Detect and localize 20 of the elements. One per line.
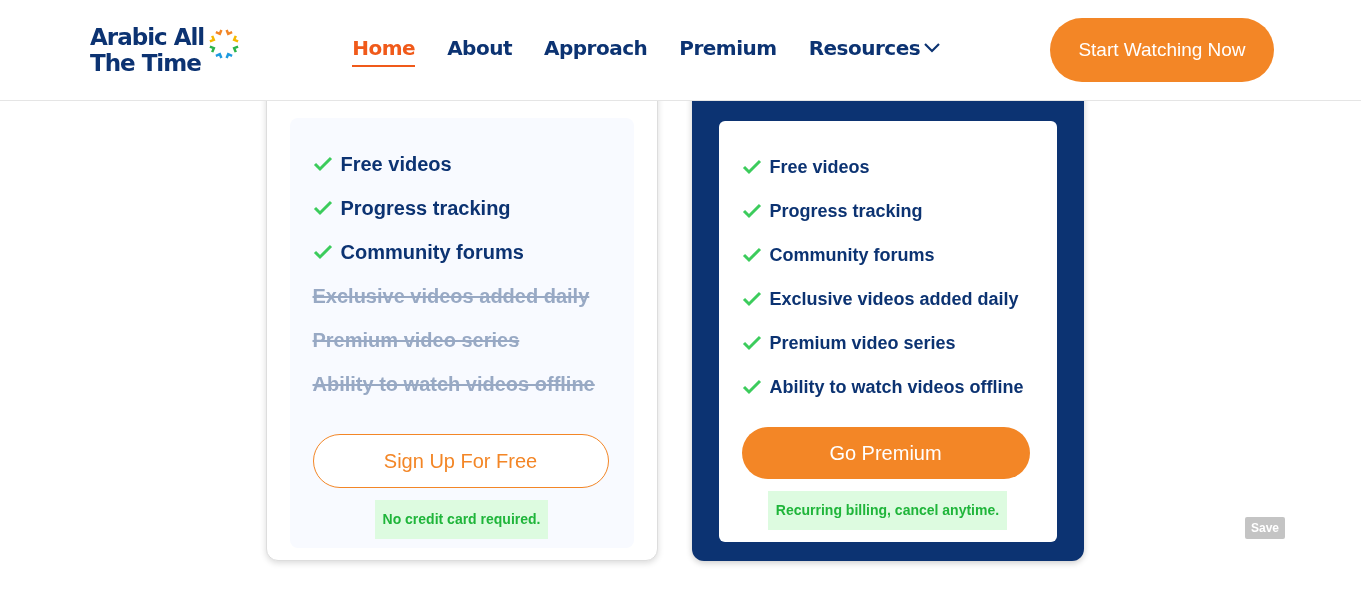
feature-text: Community forums — [769, 243, 935, 267]
feature-text: Community forums — [340, 240, 524, 265]
feature-text: Free videos — [769, 155, 870, 179]
note-label: Recurring billing, cancel anytime. — [767, 491, 1008, 530]
note-label: No credit card required. — [374, 500, 549, 539]
logo-icon — [208, 28, 241, 60]
feature-text: Ability to watch videos offline — [769, 375, 1024, 399]
logo-text[interactable]: Arabic All The Time — [90, 24, 205, 76]
feature-text: Progress tracking — [769, 199, 923, 223]
nav-link[interactable]: About — [447, 33, 512, 67]
nav-link[interactable]: Premium — [679, 33, 777, 67]
feature-text: Ability to watch videos offline — [312, 372, 595, 397]
feature-text: Exclusive videos added daily — [312, 284, 590, 309]
feature-text: Premium video series — [312, 328, 520, 353]
feature-text: Progress tracking — [340, 196, 511, 221]
nav-link[interactable]: Approach — [543, 33, 648, 67]
nav-dropdown[interactable]: Resources — [808, 33, 941, 67]
feature-text: Premium video series — [769, 331, 956, 355]
feature-text: Free videos — [340, 152, 452, 177]
feature-text: Exclusive videos added daily — [769, 287, 1019, 311]
